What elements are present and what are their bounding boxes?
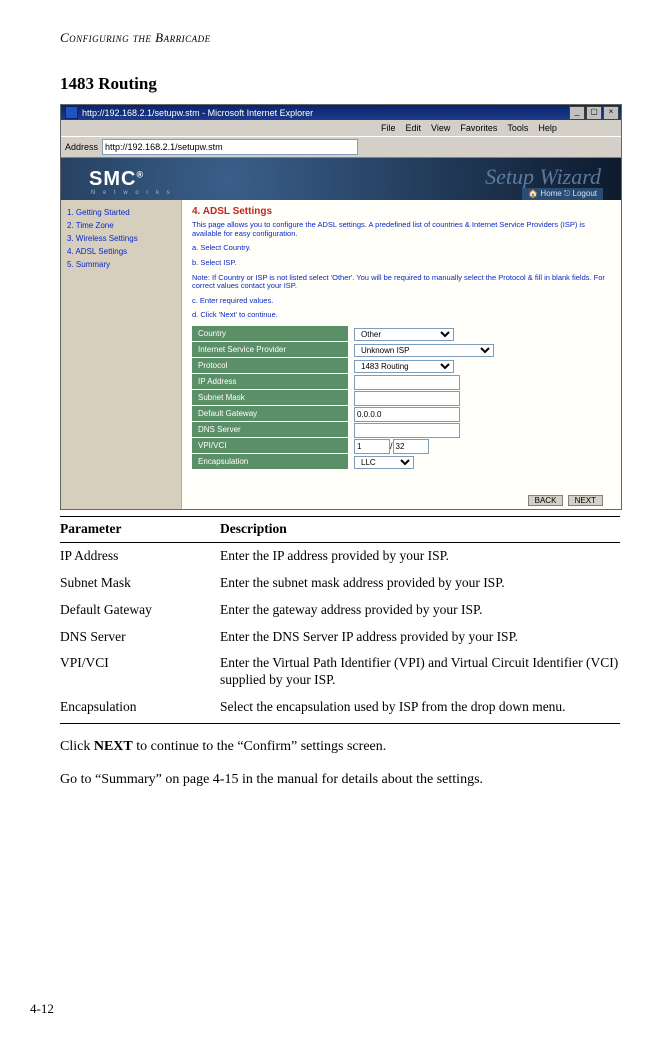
label-protocol: Protocol bbox=[192, 358, 348, 374]
address-input[interactable]: http://192.168.2.1/setupw.stm bbox=[102, 139, 358, 155]
sidebar-item-time-zone[interactable]: 2. Time Zone bbox=[67, 221, 175, 230]
wizard-step-a: a. Select Country. bbox=[192, 244, 611, 253]
wizard-intro: This page allows you to configure the AD… bbox=[192, 221, 611, 238]
desc-subnet: Enter the subnet mask address provided b… bbox=[220, 570, 620, 597]
running-head: Configuring the Barricade bbox=[60, 30, 606, 46]
input-gateway[interactable] bbox=[354, 407, 460, 422]
minimize-button[interactable]: _ bbox=[569, 106, 585, 120]
menu-tools[interactable]: Tools bbox=[507, 123, 528, 133]
input-ip[interactable] bbox=[354, 375, 460, 390]
page-number: 4-12 bbox=[30, 1001, 54, 1017]
browser-menubar: File Edit View Favorites Tools Help bbox=[61, 120, 621, 136]
body-para-1: Click NEXT to continue to the “Confirm” … bbox=[60, 738, 620, 757]
label-isp: Internet Service Provider bbox=[192, 342, 348, 358]
desc-dns: Enter the DNS Server IP address provided… bbox=[220, 624, 620, 651]
embedded-screenshot: http://192.168.2.1/setupw.stm - Microsof… bbox=[60, 104, 622, 510]
label-vpivci: VPI/VCI bbox=[192, 438, 348, 454]
back-button[interactable]: BACK bbox=[528, 495, 564, 506]
wizard-sidebar: 1. Getting Started 2. Time Zone 3. Wirel… bbox=[61, 200, 182, 509]
wizard-step-b: b. Select ISP. bbox=[192, 259, 611, 268]
wizard-step-d: d. Click 'Next' to continue. bbox=[192, 311, 611, 320]
sidebar-item-getting-started[interactable]: 1. Getting Started bbox=[67, 208, 175, 217]
wizard-step-c: c. Enter required values. bbox=[192, 297, 611, 306]
param-ip: IP Address bbox=[60, 542, 220, 569]
smc-sublogo: N e t w o r k s bbox=[91, 190, 173, 196]
window-title: http://192.168.2.1/setupw.stm - Microsof… bbox=[82, 108, 313, 118]
sidebar-item-adsl[interactable]: 4. ADSL Settings bbox=[67, 247, 175, 256]
wizard-note: Note: If Country or ISP is not listed se… bbox=[192, 274, 611, 291]
label-subnet: Subnet Mask bbox=[192, 390, 348, 406]
param-vpivci: VPI/VCI bbox=[60, 650, 220, 694]
input-subnet[interactable] bbox=[354, 391, 460, 406]
wizard-form: Country Other Internet Service Provider Un… bbox=[192, 326, 611, 470]
address-label: Address bbox=[65, 142, 98, 152]
input-vci[interactable] bbox=[393, 439, 429, 454]
menu-favorites[interactable]: Favorites bbox=[460, 123, 497, 133]
ie-icon bbox=[65, 106, 78, 119]
label-encap: Encapsulation bbox=[192, 454, 348, 470]
label-country: Country bbox=[192, 326, 348, 342]
param-gateway: Default Gateway bbox=[60, 597, 220, 624]
wizard-heading: 4. ADSL Settings bbox=[192, 206, 611, 217]
menu-edit[interactable]: Edit bbox=[406, 123, 422, 133]
select-isp[interactable]: Unknown ISP bbox=[354, 344, 494, 357]
sidebar-item-wireless[interactable]: 3. Wireless Settings bbox=[67, 234, 175, 243]
next-strong: NEXT bbox=[94, 739, 133, 754]
label-ip: IP Address bbox=[192, 374, 348, 390]
label-dns: DNS Server bbox=[192, 422, 348, 438]
close-button[interactable]: × bbox=[603, 106, 619, 120]
desc-gateway: Enter the gateway address provided by yo… bbox=[220, 597, 620, 624]
section-title: 1483 Routing bbox=[60, 74, 606, 94]
select-country[interactable]: Other bbox=[354, 328, 454, 341]
param-encap: Encapsulation bbox=[60, 694, 220, 723]
router-header: SMC® N e t w o r k s Setup Wizard 🏠 Home… bbox=[61, 158, 621, 202]
home-logout-bar[interactable]: 🏠 Home ⎋ Logout bbox=[522, 188, 603, 200]
window-titlebar: http://192.168.2.1/setupw.stm - Microsof… bbox=[61, 105, 621, 120]
desc-vpivci: Enter the Virtual Path Identifier (VPI) … bbox=[220, 650, 620, 694]
label-gateway: Default Gateway bbox=[192, 406, 348, 422]
maximize-button[interactable]: ▢ bbox=[586, 106, 602, 120]
body-para-2: Go to “Summary” on page 4-15 in the manu… bbox=[60, 771, 620, 790]
wizard-main: 4. ADSL Settings This page allows you to… bbox=[182, 200, 621, 509]
menu-file[interactable]: File bbox=[381, 123, 396, 133]
parameter-table: Parameter Description IP AddressEnter th… bbox=[60, 516, 620, 724]
col-parameter: Parameter bbox=[60, 517, 220, 543]
param-subnet: Subnet Mask bbox=[60, 570, 220, 597]
select-protocol[interactable]: 1483 Routing bbox=[354, 360, 454, 373]
address-bar: Address http://192.168.2.1/setupw.stm bbox=[61, 136, 621, 158]
desc-ip: Enter the IP address provided by your IS… bbox=[220, 542, 620, 569]
desc-encap: Select the encapsulation used by ISP fro… bbox=[220, 694, 620, 723]
smc-logo: SMC® bbox=[89, 168, 144, 191]
next-button[interactable]: NEXT bbox=[568, 495, 603, 506]
input-dns[interactable] bbox=[354, 423, 460, 438]
sidebar-item-summary[interactable]: 5. Summary bbox=[67, 260, 175, 269]
select-encap[interactable]: LLC bbox=[354, 456, 414, 469]
menu-view[interactable]: View bbox=[431, 123, 450, 133]
input-vpi[interactable] bbox=[354, 439, 390, 454]
col-description: Description bbox=[220, 517, 620, 543]
setup-wizard-text: Setup Wizard bbox=[485, 164, 601, 190]
menu-help[interactable]: Help bbox=[538, 123, 557, 133]
param-dns: DNS Server bbox=[60, 624, 220, 651]
